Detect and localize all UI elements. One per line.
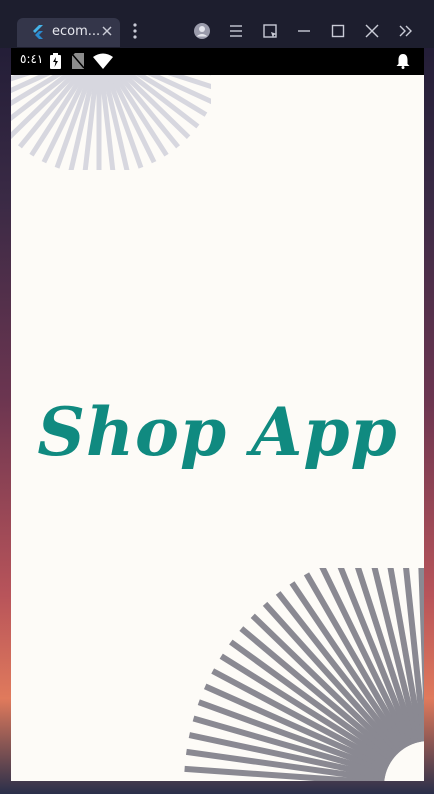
expand-sidebar-icon[interactable]	[397, 22, 415, 40]
battery-charging-icon	[50, 53, 61, 69]
screenshot-icon[interactable]	[261, 22, 279, 40]
account-icon[interactable]	[193, 22, 211, 40]
status-time: ٥:٤١	[20, 52, 44, 66]
bottom-right-ray-decoration	[184, 568, 424, 781]
emulator-toolbar: ecom...	[0, 0, 434, 48]
splash-screen: Shop App	[11, 75, 424, 781]
app-title: Shop App	[37, 393, 398, 471]
no-sim-icon	[72, 53, 84, 69]
maximize-icon[interactable]	[329, 22, 347, 40]
more-vertical-icon[interactable]	[126, 22, 144, 40]
status-bar: ٥:٤١	[11, 48, 424, 75]
close-tab-icon[interactable]	[101, 25, 113, 37]
close-window-icon[interactable]	[363, 22, 381, 40]
notification-bell-icon	[396, 54, 410, 69]
flutter-icon	[33, 25, 43, 39]
browser-tab[interactable]: ecom...	[17, 18, 120, 47]
minimize-icon[interactable]	[295, 22, 313, 40]
wifi-icon	[93, 53, 113, 69]
tab-title: ecom...	[52, 24, 101, 39]
menu-icon[interactable]	[227, 22, 245, 40]
top-left-ray-decoration	[11, 75, 211, 170]
device-frame: ٥:٤١ Shop App	[11, 48, 424, 781]
